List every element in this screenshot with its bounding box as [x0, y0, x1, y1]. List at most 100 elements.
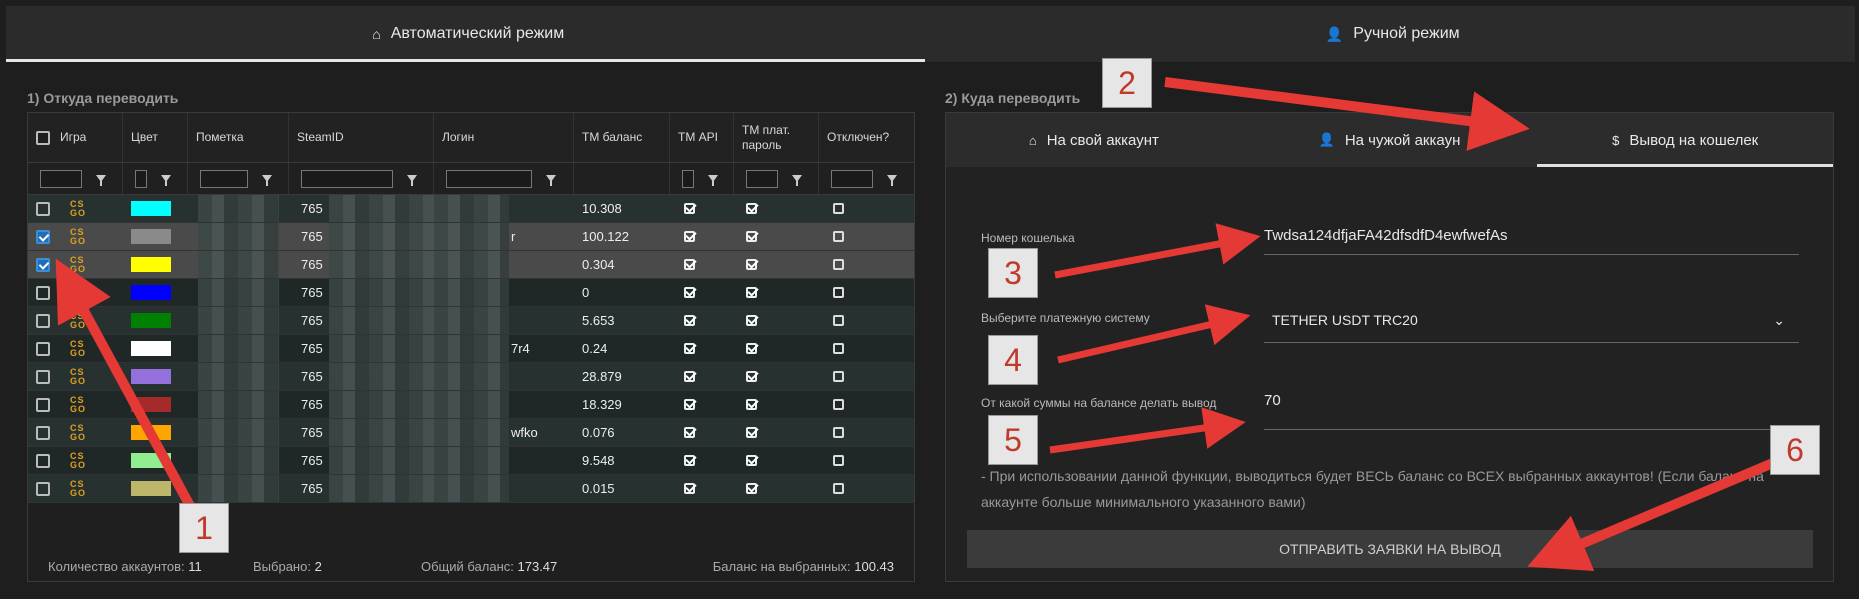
filter-pass-input[interactable] — [746, 169, 778, 188]
disabled-checkbox[interactable] — [833, 287, 844, 298]
steamid-cell: 765 — [301, 313, 323, 328]
row-checkbox[interactable] — [36, 369, 50, 384]
tab-wallet-withdraw[interactable]: $ Вывод на кошелек — [1537, 113, 1833, 167]
filter-steamid-input[interactable] — [301, 169, 393, 188]
disabled-checkbox[interactable] — [833, 427, 844, 438]
disabled-checkbox[interactable] — [833, 399, 844, 410]
balance-cell: 28.879 — [582, 369, 622, 384]
account-count-label: Количество аккаунтов: — [48, 558, 185, 574]
disabled-checkbox[interactable] — [833, 231, 844, 242]
badge-2: 2 — [1102, 58, 1152, 108]
redacted-login — [434, 391, 509, 418]
table-row[interactable]: CS GO 765 5.653 — [28, 307, 914, 335]
color-swatch — [131, 257, 171, 272]
col-login[interactable]: Логин — [434, 113, 574, 162]
row-checkbox[interactable] — [36, 341, 50, 356]
disabled-checkbox[interactable] — [833, 483, 844, 494]
col-color[interactable]: Цвет — [123, 113, 188, 162]
filter-icon[interactable] — [161, 175, 171, 186]
row-checkbox[interactable] — [36, 397, 50, 412]
disabled-checkbox[interactable] — [833, 455, 844, 466]
chevron-down-icon: ⌄ — [1773, 312, 1785, 328]
steamid-cell: 765 — [301, 453, 323, 468]
min-amount-input[interactable]: 70 — [1264, 392, 1799, 430]
steamid-cell: 765 — [301, 285, 323, 300]
filter-icon[interactable] — [96, 175, 106, 186]
password-check-icon — [746, 259, 757, 270]
col-steamid[interactable]: SteamID — [289, 113, 434, 162]
redacted-login — [434, 475, 509, 502]
redacted-steamid — [329, 363, 434, 390]
table-row[interactable]: CS GO 765 0.015 — [28, 475, 914, 503]
password-check-icon — [746, 455, 757, 466]
row-checkbox[interactable] — [36, 481, 50, 496]
steamid-cell: 765 — [301, 341, 323, 356]
password-check-icon — [746, 287, 757, 298]
table-row[interactable]: CS GO 765 7r4 0.24 — [28, 335, 914, 363]
redacted-steamid — [329, 475, 434, 502]
row-checkbox[interactable] — [36, 285, 50, 300]
table-row[interactable]: CS GO 765 wfko 0.076 — [28, 419, 914, 447]
disabled-checkbox[interactable] — [833, 315, 844, 326]
redacted-note — [198, 475, 279, 502]
filter-login-input[interactable] — [446, 169, 532, 188]
tab-own-account[interactable]: ⌂ На свой аккаунт — [946, 113, 1242, 167]
row-checkbox[interactable] — [36, 229, 50, 244]
csgo-icon: CS GO — [70, 254, 87, 274]
redacted-login — [434, 419, 509, 446]
dollar-icon: $ — [1612, 132, 1620, 148]
col-note[interactable]: Пометка — [188, 113, 289, 162]
filter-disabled-input[interactable] — [831, 169, 873, 188]
filter-color-input[interactable] — [135, 169, 147, 188]
tab-manual-label: Ручной режим — [1353, 25, 1460, 42]
disabled-checkbox[interactable] — [833, 343, 844, 354]
tab-other-account[interactable]: 👤 На чужой аккаун — [1242, 113, 1538, 167]
user-icon: 👤 — [1325, 25, 1344, 42]
color-swatch — [131, 201, 171, 216]
col-game[interactable]: Игра — [28, 113, 123, 162]
filter-game-input[interactable] — [40, 169, 82, 188]
select-all-checkbox[interactable] — [36, 130, 50, 145]
col-tm-balance[interactable]: ТМ баланс — [574, 113, 670, 162]
row-checkbox[interactable] — [36, 313, 50, 328]
row-checkbox[interactable] — [36, 453, 50, 468]
table-row[interactable]: CS GO 765 0.304 — [28, 251, 914, 279]
table-row[interactable]: CS GO 765 18.329 — [28, 391, 914, 419]
table-footer: Количество аккаунтов: 11 Выбрано: 2 Общи… — [28, 551, 914, 581]
wallet-label: Номер кошелька — [981, 231, 1075, 245]
disabled-checkbox[interactable] — [833, 259, 844, 270]
filter-icon[interactable] — [546, 175, 556, 186]
col-tm-api[interactable]: ТМ API — [670, 113, 734, 162]
tab-auto-mode[interactable]: ⌂ Автоматический режим — [6, 6, 931, 62]
api-check-icon — [684, 287, 695, 298]
table-row[interactable]: CS GO 765 0 — [28, 279, 914, 307]
payment-system-select[interactable]: TETHER USDT TRC20 ⌄ — [1264, 312, 1799, 343]
row-checkbox[interactable] — [36, 257, 50, 272]
redacted-note — [198, 307, 279, 334]
table-row[interactable]: CS GO 765 r 100.122 — [28, 223, 914, 251]
table-row[interactable]: CS GO 765 28.879 — [28, 363, 914, 391]
col-disabled[interactable]: Отключен? — [819, 113, 914, 162]
col-tm-pay-password[interactable]: ТМ плат. пароль — [734, 113, 819, 162]
home-icon: ⌂ — [1028, 132, 1037, 148]
filter-icon[interactable] — [708, 175, 718, 186]
row-checkbox[interactable] — [36, 425, 50, 440]
filter-icon[interactable] — [407, 175, 417, 186]
filter-note-input[interactable] — [200, 169, 248, 188]
filter-api-input[interactable] — [682, 169, 694, 188]
tab-auto-label: Автоматический режим — [390, 25, 565, 42]
submit-withdraw-button[interactable]: ОТПРАВИТЬ ЗАЯВКИ НА ВЫВОД — [967, 530, 1813, 568]
filter-icon[interactable] — [792, 175, 802, 186]
table-row[interactable]: CS GO 765 10.308 — [28, 195, 914, 223]
filter-row — [28, 163, 914, 195]
wallet-input[interactable]: Twdsa124dfjaFA42dfsdfD4ewfwefAs — [1264, 227, 1799, 255]
disabled-checkbox[interactable] — [833, 371, 844, 382]
tab-manual-mode[interactable]: 👤 Ручной режим — [931, 6, 1856, 62]
selected-count: 2 — [314, 558, 322, 574]
row-checkbox[interactable] — [36, 201, 50, 216]
table-row[interactable]: CS GO 765 9.548 — [28, 447, 914, 475]
password-check-icon — [746, 399, 757, 410]
filter-icon[interactable] — [262, 175, 272, 186]
disabled-checkbox[interactable] — [833, 203, 844, 214]
filter-icon[interactable] — [887, 175, 897, 186]
